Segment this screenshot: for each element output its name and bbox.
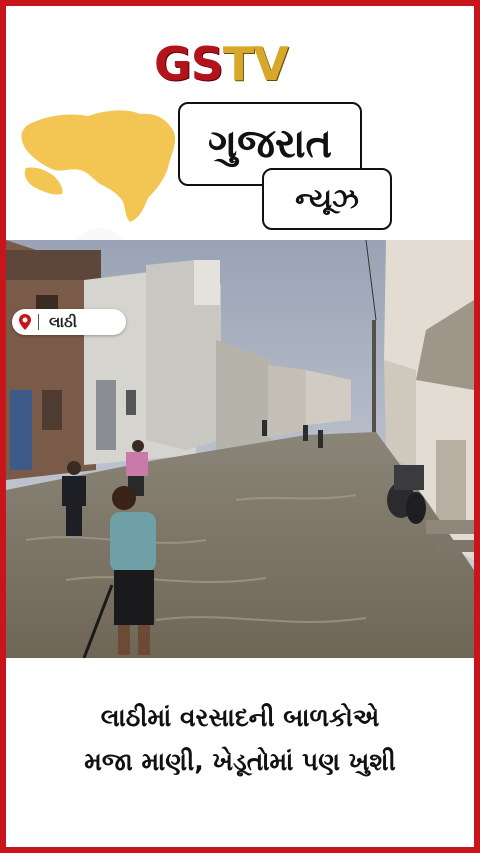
gstv-logo: GSTV [154,38,329,90]
logo-gs: GS [154,37,224,91]
location-name: લાઠી [49,313,78,331]
location-pin-icon [12,309,38,335]
headline: લાઠીમાં વરસાદની બાળકોએ મજા માણી, ખેડૂતોમ… [6,696,474,784]
tag-divider [38,314,39,330]
headline-line-1: લાઠીમાં વરસાદની બાળકોએ [100,703,380,732]
logo-tv: TV [222,37,289,91]
gujarat-map-icon [21,110,176,222]
title-news: ન્યૂઝ [262,168,392,230]
headline-line-2: મજા માણી, ખેડૂતોમાં પણ ખુશી [84,747,396,776]
location-tag: લાઠી [12,309,126,335]
story-card: GSTV ગુજરાત ન્યૂઝ લાઠી લાઠીમાં વરસાદની બ… [6,6,474,847]
flooded-street-photo [6,240,474,658]
